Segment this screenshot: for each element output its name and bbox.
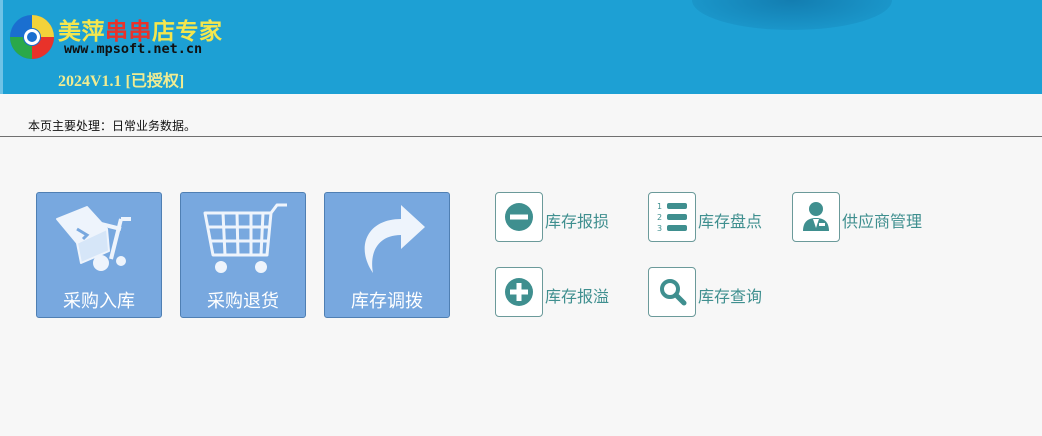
svg-text:1: 1 [657, 202, 662, 211]
curved-arrow-icon [364, 205, 425, 273]
stock-transfer-button[interactable]: 库存调拨 [324, 192, 450, 318]
page-description: 本页主要处理：日常业务数据。 [28, 119, 197, 133]
plus-circle-icon [505, 278, 533, 306]
svg-text:3: 3 [657, 224, 662, 233]
stock-query-label[interactable]: 库存查询 [698, 283, 762, 307]
stock-loss-button[interactable] [495, 192, 543, 242]
app-version: 2024V1.1 [已授权] [58, 73, 185, 90]
magnifier-icon [660, 279, 687, 306]
purchase-inbound-button[interactable]: 采购入库 [36, 192, 162, 318]
stock-loss-label[interactable]: 库存报损 [545, 208, 609, 232]
stock-overflow-label[interactable]: 库存报溢 [545, 283, 609, 307]
purchase-return-button[interactable]: 采购退货 [180, 192, 306, 318]
user-tie-icon [803, 202, 829, 231]
stock-check-button[interactable]: 1 2 3 [648, 192, 696, 242]
stock-transfer-label: 库存调拨 [351, 291, 423, 312]
header-glow [692, 0, 892, 30]
stock-query-button[interactable] [648, 267, 696, 317]
purchase-return-label: 采购退货 [207, 291, 279, 312]
shopping-cart-icon [203, 203, 287, 273]
supplier-management-button[interactable] [792, 192, 840, 242]
svg-text:2: 2 [657, 213, 662, 222]
dolly-box-icon [56, 206, 131, 271]
stock-overflow-button[interactable] [495, 267, 543, 317]
purchase-inbound-label: 采购入库 [63, 291, 135, 312]
stock-check-label[interactable]: 库存盘点 [698, 208, 762, 232]
app-url: www.mpsoft.net.cn [64, 41, 203, 57]
app-header: 美萍串串店专家 www.mpsoft.net.cn 2024V1.1 [已授权] [0, 0, 1042, 94]
numbered-list-icon: 1 2 3 [657, 202, 687, 233]
app-logo-icon [10, 15, 54, 59]
minus-circle-icon [505, 203, 533, 231]
supplier-management-label[interactable]: 供应商管理 [842, 208, 922, 232]
description-bar: 本页主要处理：日常业务数据。 [0, 94, 1042, 137]
